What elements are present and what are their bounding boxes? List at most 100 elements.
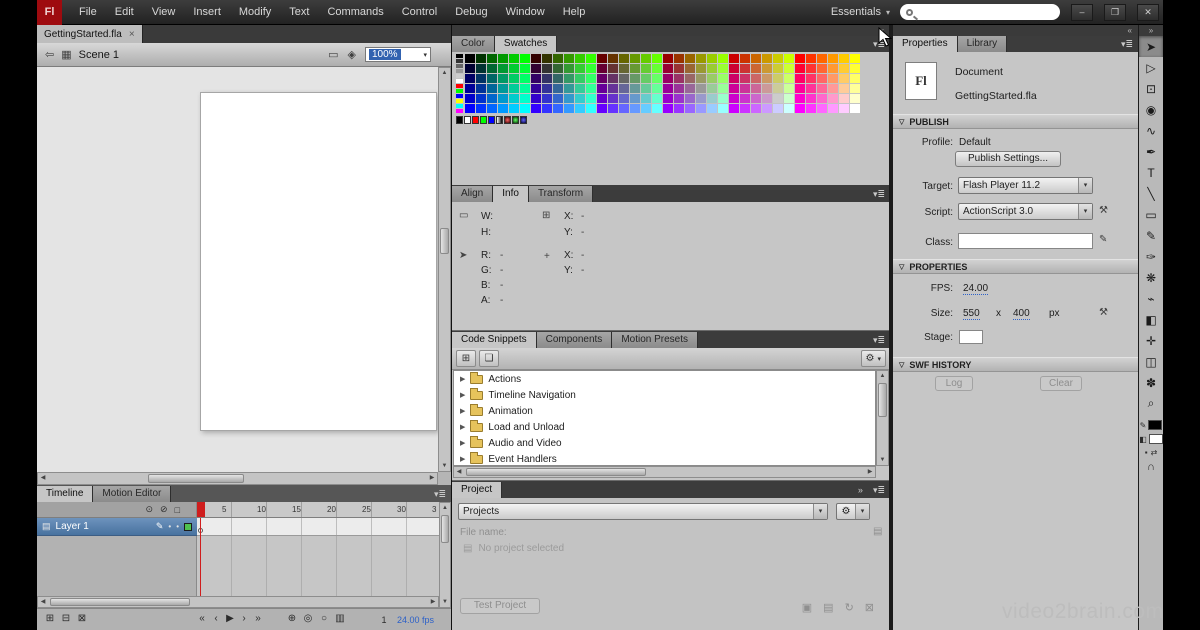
swatch[interactable] xyxy=(487,64,497,73)
swatch[interactable] xyxy=(498,84,508,93)
fps-value[interactable]: 24.00 xyxy=(963,283,989,295)
goto-last-frame-button[interactable]: » xyxy=(251,613,265,624)
scroll-left-icon[interactable]: ◀ xyxy=(38,473,48,484)
swatch[interactable] xyxy=(685,64,695,73)
swatch[interactable] xyxy=(465,64,475,73)
swatch[interactable] xyxy=(850,84,860,93)
panel-menu-icon[interactable]: ▾≣ xyxy=(868,332,890,348)
selection-tool[interactable]: ➤ xyxy=(1139,36,1163,57)
swatch[interactable] xyxy=(707,54,717,63)
stage-canvas[interactable] xyxy=(200,92,437,431)
swatch[interactable] xyxy=(488,116,495,124)
publish-settings-button[interactable]: Publish Settings... xyxy=(955,151,1061,167)
panel-menu-icon[interactable]: ▾≣ xyxy=(429,486,451,502)
swatch[interactable] xyxy=(586,104,596,113)
chevron-down-icon[interactable]: ▾ xyxy=(423,51,430,59)
swatch[interactable] xyxy=(520,74,530,83)
swatch[interactable] xyxy=(564,54,574,63)
swatch[interactable] xyxy=(597,104,607,113)
swatch[interactable] xyxy=(564,94,574,103)
swatch[interactable] xyxy=(498,74,508,83)
swatch[interactable] xyxy=(718,54,728,63)
timeline-vertical-scrollbar[interactable]: ▲ ▼ xyxy=(439,502,451,608)
swatch[interactable] xyxy=(828,74,838,83)
swatch[interactable] xyxy=(663,54,673,63)
layer-row[interactable]: ▤ Layer 1 ✎ • • xyxy=(37,518,197,536)
swatch[interactable] xyxy=(652,74,662,83)
swatch[interactable] xyxy=(784,104,794,113)
swatch[interactable] xyxy=(456,94,463,98)
swatch[interactable] xyxy=(729,84,739,93)
swatch[interactable] xyxy=(696,54,706,63)
layer-name[interactable]: Layer 1 xyxy=(56,521,89,532)
scroll-right-icon[interactable]: ▶ xyxy=(427,473,437,484)
swatch[interactable] xyxy=(456,99,463,103)
swatch[interactable] xyxy=(465,74,475,83)
swatch[interactable] xyxy=(476,54,486,63)
swatch[interactable] xyxy=(817,74,827,83)
onion-skin-outlines-button[interactable]: ○ xyxy=(317,613,331,624)
swatch[interactable] xyxy=(850,94,860,103)
free-transform-tool[interactable]: ⊡ xyxy=(1139,78,1163,99)
swatch[interactable] xyxy=(641,104,651,113)
swatch[interactable] xyxy=(674,54,684,63)
paint-bucket-tool[interactable]: ◧ xyxy=(1139,309,1163,330)
tab-motion-presets[interactable]: Motion Presets xyxy=(612,332,699,348)
projects-dropdown[interactable]: Projects ▾ xyxy=(458,503,828,520)
tab-code-snippets[interactable]: Code Snippets xyxy=(452,332,537,348)
step-forward-button[interactable]: › xyxy=(237,613,251,624)
swatch[interactable] xyxy=(575,64,585,73)
swatch[interactable] xyxy=(456,104,463,108)
swatch[interactable] xyxy=(597,54,607,63)
collapse-panels-icon[interactable]: » xyxy=(1149,26,1153,35)
scroll-down-icon[interactable]: ▼ xyxy=(877,455,888,465)
swatch[interactable] xyxy=(575,84,585,93)
menu-control[interactable]: Control xyxy=(393,0,446,25)
swatch[interactable] xyxy=(456,59,463,63)
swatch[interactable] xyxy=(487,104,497,113)
swatch[interactable] xyxy=(806,84,816,93)
refresh-icon[interactable]: ↻ xyxy=(845,601,854,614)
swatch[interactable] xyxy=(674,74,684,83)
back-arrow-icon[interactable]: ⇦ xyxy=(45,48,54,61)
swatch[interactable] xyxy=(619,74,629,83)
swatch[interactable] xyxy=(707,84,717,93)
swatch[interactable] xyxy=(509,94,519,103)
scroll-up-icon[interactable]: ▲ xyxy=(877,371,888,381)
default-colors-icon[interactable]: ▪ xyxy=(1145,448,1148,457)
test-project-button[interactable]: Test Project xyxy=(460,598,540,614)
swatch[interactable] xyxy=(751,94,761,103)
swatch[interactable] xyxy=(652,64,662,73)
swatch[interactable] xyxy=(542,84,552,93)
swatch[interactable] xyxy=(685,54,695,63)
zoom-value[interactable]: 100% xyxy=(369,49,401,60)
swatch[interactable] xyxy=(773,94,783,103)
swatch[interactable] xyxy=(751,84,761,93)
fill-color-chip[interactable] xyxy=(1148,434,1163,444)
swatch[interactable] xyxy=(685,94,695,103)
swatch[interactable] xyxy=(696,64,706,73)
expand-icon[interactable]: ▶ xyxy=(460,391,465,399)
swatch[interactable] xyxy=(531,74,541,83)
swatch[interactable] xyxy=(762,74,772,83)
swatch[interactable] xyxy=(456,64,463,68)
swatch[interactable] xyxy=(476,74,486,83)
swatch[interactable] xyxy=(718,104,728,113)
eyedropper-tool[interactable]: ✛ xyxy=(1139,330,1163,351)
swatch[interactable] xyxy=(586,74,596,83)
swatch[interactable] xyxy=(498,64,508,73)
swatch[interactable] xyxy=(619,104,629,113)
snippet-folder-actions[interactable]: ▶ Actions xyxy=(454,371,875,387)
panel-menu-icon[interactable]: ▾≣ xyxy=(1116,36,1138,52)
menu-window[interactable]: Window xyxy=(497,0,554,25)
tab-project[interactable]: Project xyxy=(452,482,503,498)
new-folder-button[interactable]: ⊟ xyxy=(59,613,73,624)
swatch[interactable] xyxy=(795,84,805,93)
wrench-icon[interactable]: ⚒ xyxy=(1099,307,1108,318)
swatch[interactable] xyxy=(476,64,486,73)
app-logo[interactable]: Fl xyxy=(37,0,62,25)
lock-icon[interactable]: ⊘ xyxy=(160,504,168,515)
swap-colors-icon[interactable]: ⇄ xyxy=(1151,448,1158,457)
scroll-left-icon[interactable]: ◀ xyxy=(38,597,48,607)
scroll-track[interactable] xyxy=(439,78,450,461)
